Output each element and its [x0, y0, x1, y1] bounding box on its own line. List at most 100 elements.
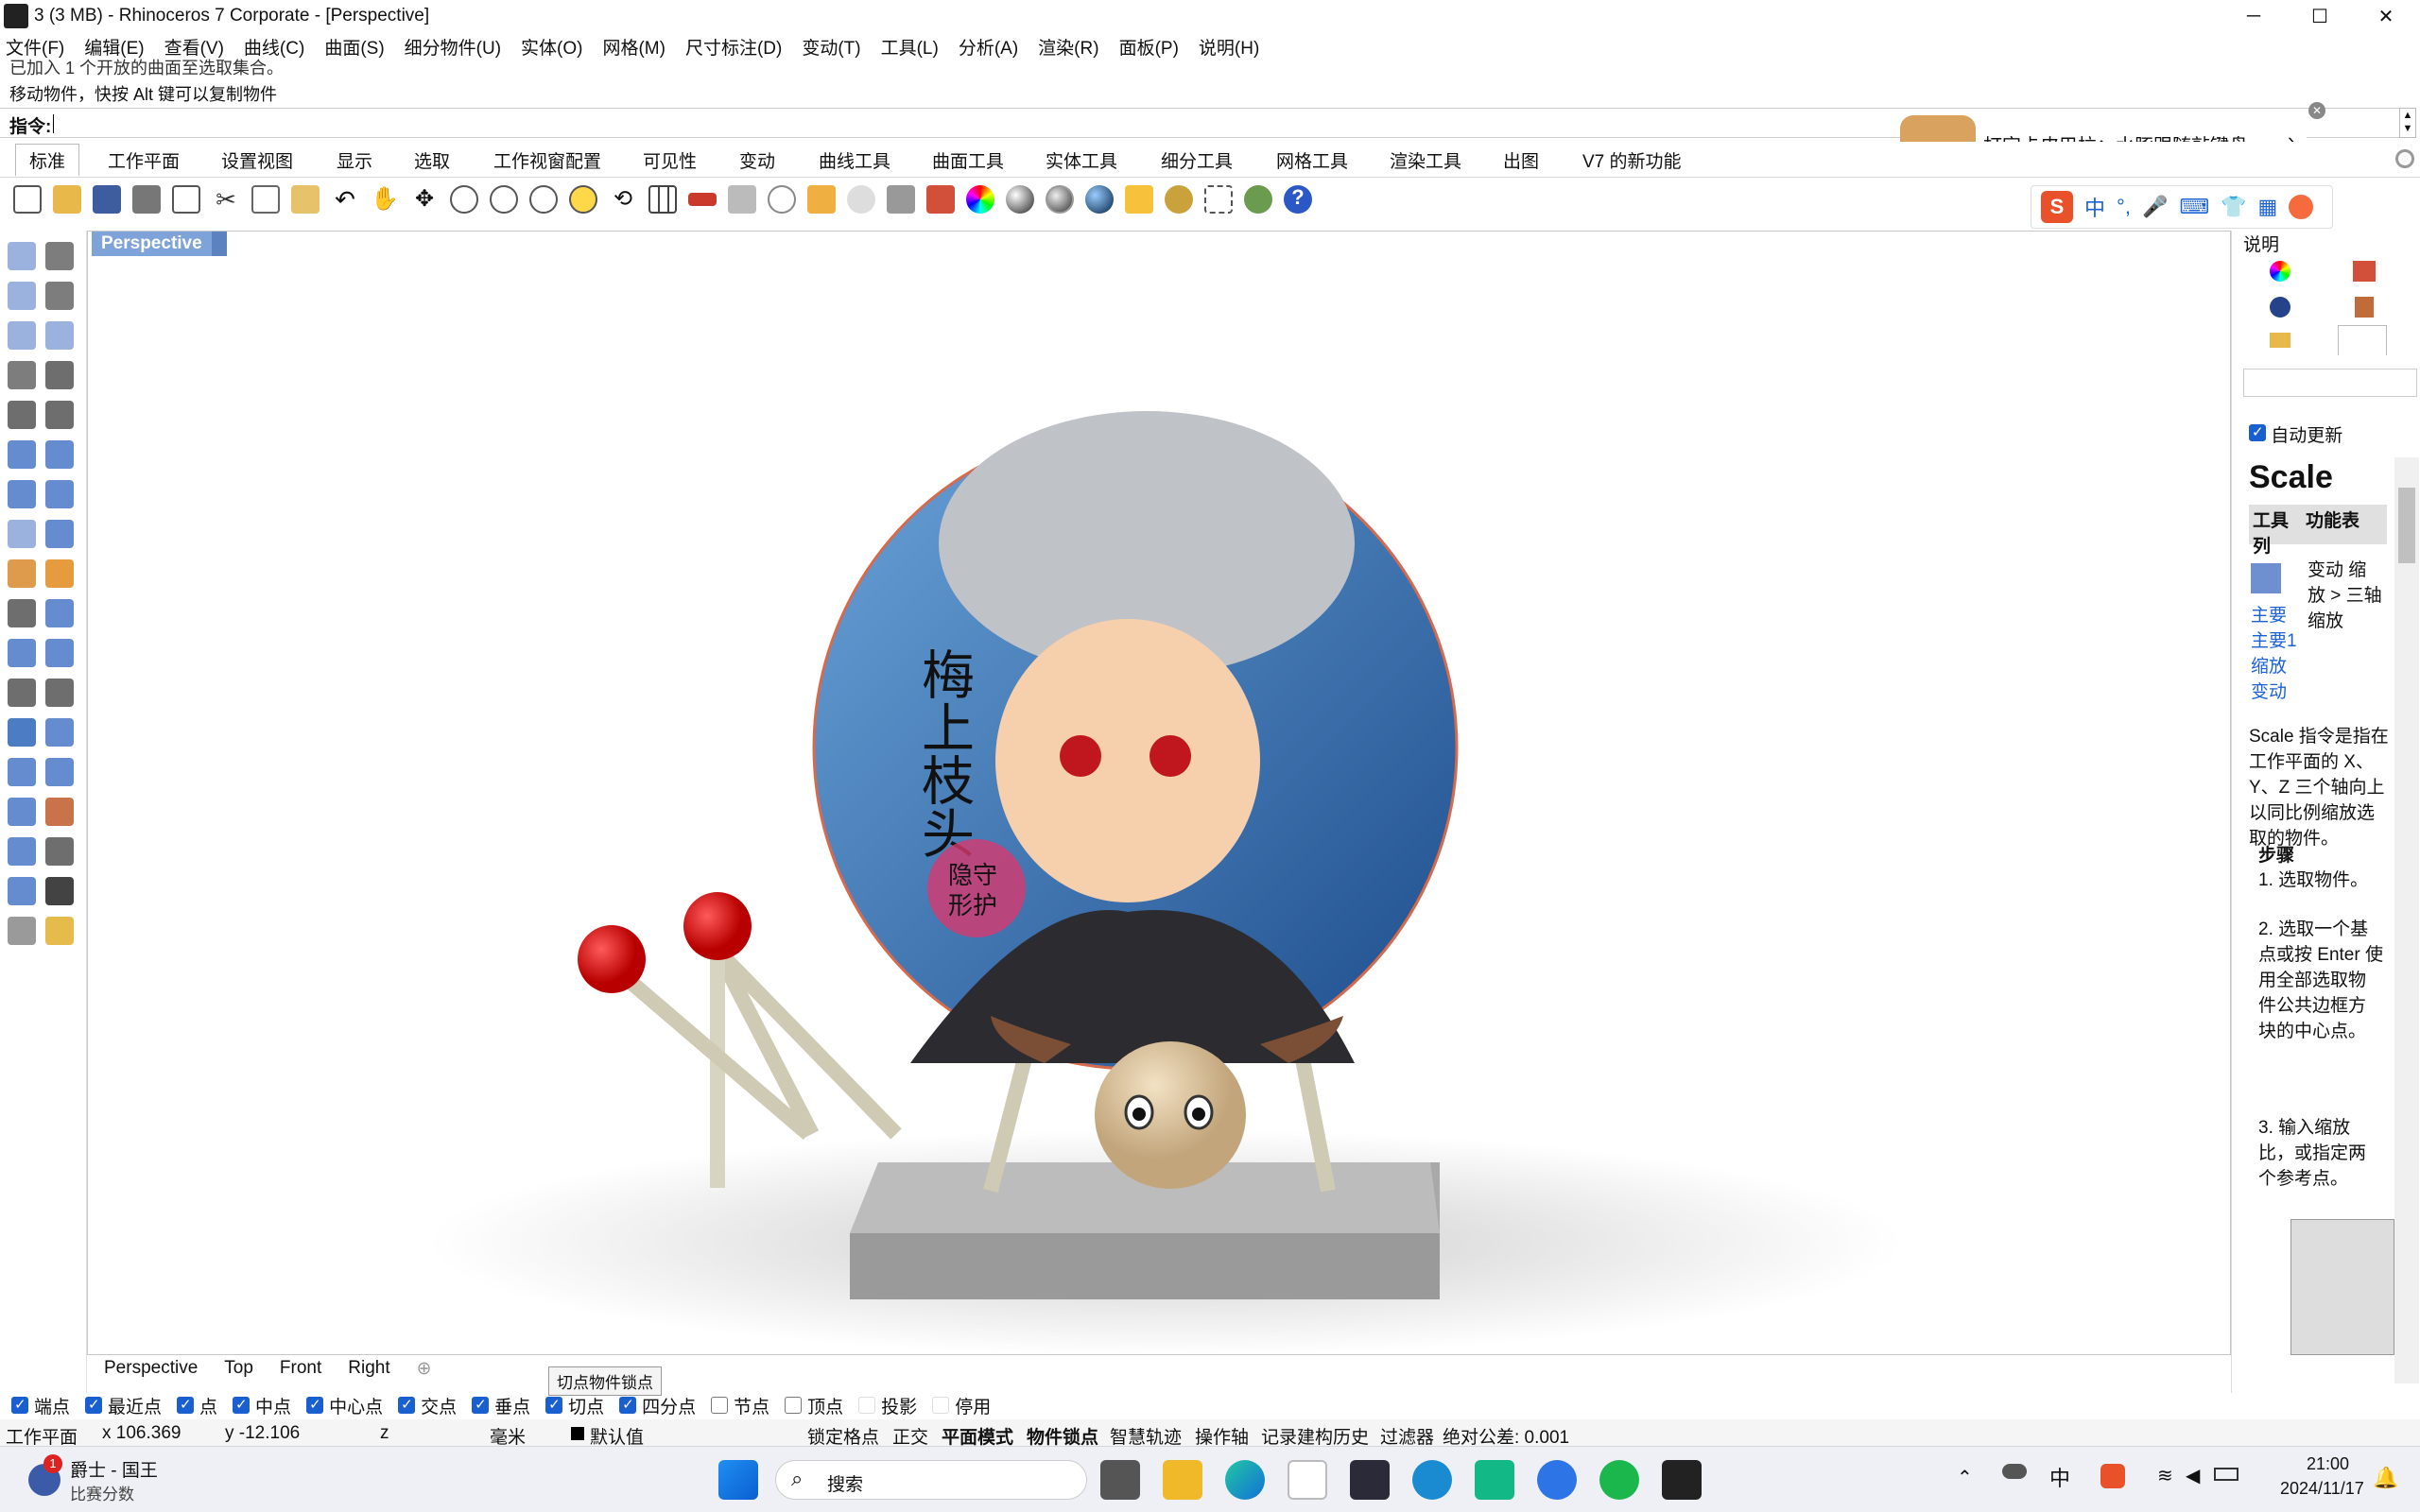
zoom-window-icon[interactable] [490, 185, 518, 214]
wechat-icon[interactable] [1599, 1460, 1639, 1500]
menu-render[interactable]: 渲染(R) [1038, 34, 1098, 60]
render-panel-icon[interactable] [2355, 297, 2374, 318]
status-smarttrack[interactable]: 智慧轨迹 [1110, 1423, 1182, 1449]
windows-start-icon[interactable] [718, 1460, 758, 1500]
checkbox[interactable] [711, 1397, 729, 1414]
hatch-icon[interactable] [728, 185, 756, 214]
status-filter[interactable]: 过滤器 [1380, 1423, 1434, 1449]
layers-panel-icon[interactable] [2353, 261, 2376, 282]
lock-icon[interactable] [887, 185, 915, 214]
checkbox[interactable] [545, 1396, 563, 1414]
battery-icon[interactable] [2214, 1468, 2238, 1481]
checkbox[interactable] [932, 1397, 950, 1414]
render-icon[interactable] [45, 917, 74, 945]
scroll-thumb[interactable] [2398, 488, 2415, 563]
four-viewports-icon[interactable] [648, 185, 677, 214]
file-explorer-icon[interactable] [1163, 1460, 1202, 1500]
tab-cplanes[interactable]: 工作平面 [108, 147, 180, 173]
cylinder-icon[interactable] [8, 520, 36, 548]
sphere-icon[interactable] [45, 480, 74, 508]
chat-app-icon[interactable] [1475, 1460, 1514, 1500]
print-icon[interactable] [132, 185, 161, 214]
globe-icon[interactable] [1244, 185, 1272, 214]
status-gumball[interactable]: 操作轴 [1195, 1423, 1249, 1449]
save-icon[interactable] [93, 185, 121, 214]
rectangle-icon[interactable] [45, 361, 74, 389]
tab-viewport-layout[interactable]: 工作视窗配置 [493, 147, 601, 173]
menu-transform[interactable]: 变动(T) [802, 34, 860, 60]
analysis-icon[interactable] [8, 877, 36, 905]
curve-icon[interactable] [45, 282, 74, 310]
plane-icon[interactable] [45, 520, 74, 548]
point-icon[interactable] [45, 242, 74, 270]
sogou-tray-icon[interactable] [2100, 1464, 2125, 1488]
status-cplane[interactable]: 工作平面 [6, 1423, 78, 1449]
tab-render-tools[interactable]: 渲染工具 [1390, 147, 1461, 173]
text-icon[interactable] [8, 718, 36, 747]
tab-drafting[interactable]: 出图 [1503, 147, 1539, 173]
skin-icon[interactable]: 👕 [2221, 195, 2246, 219]
checkbox[interactable] [177, 1396, 195, 1414]
osnap-near[interactable]: 最近点 [85, 1393, 162, 1418]
toolbar-path[interactable]: 主要 主要1 缩放 变动 [2251, 601, 2298, 703]
viewtab-front[interactable]: Front [280, 1358, 321, 1379]
apps-icon[interactable]: ▦ [2258, 195, 2278, 219]
minimize-button[interactable]: ─ [2220, 0, 2288, 32]
select-icon[interactable] [8, 242, 36, 270]
check-icon[interactable] [45, 877, 74, 905]
menu-panels[interactable]: 面板(P) [1119, 34, 1179, 60]
light-icon[interactable] [847, 185, 875, 214]
transform-icon[interactable] [8, 559, 36, 588]
revolve-icon[interactable] [8, 679, 36, 707]
osnap-end[interactable]: 端点 [11, 1393, 70, 1418]
command-scroll[interactable]: ▲ ▼ [2399, 108, 2416, 138]
notification-close-icon[interactable]: ✕ [2308, 102, 2325, 119]
checkbox[interactable] [85, 1396, 103, 1414]
bell-icon[interactable]: 🔔 [2373, 1466, 2398, 1490]
zoom-icon[interactable] [450, 185, 478, 214]
menu-surface[interactable]: 曲面(S) [324, 34, 384, 60]
osnap-vertex[interactable]: 顶点 [785, 1393, 843, 1418]
rhino-taskbar-icon[interactable] [1662, 1460, 1702, 1500]
paste-icon[interactable] [291, 185, 320, 214]
tab-subd-tools[interactable]: 细分工具 [1161, 147, 1233, 173]
align-icon[interactable] [45, 758, 74, 786]
status-layer[interactable]: 默认值 [590, 1423, 644, 1449]
tab-select[interactable]: 选取 [414, 147, 450, 173]
grid-icon[interactable] [1204, 185, 1233, 214]
rendered-sphere-icon[interactable] [1046, 185, 1074, 214]
osnap-project[interactable]: 投影 [858, 1393, 917, 1418]
task-view-icon[interactable] [1100, 1460, 1140, 1500]
tab-surface-tools[interactable]: 曲面工具 [932, 147, 1004, 173]
menu-tools[interactable]: 工具(L) [881, 34, 939, 60]
viewtab-right[interactable]: Right [348, 1358, 389, 1379]
new-file-icon[interactable] [13, 185, 42, 214]
grid-icon[interactable] [8, 837, 36, 866]
fillet-icon[interactable] [45, 401, 74, 429]
color-wheel-icon[interactable] [966, 185, 994, 214]
viewtab-perspective[interactable]: Perspective [104, 1358, 198, 1379]
checkbox[interactable] [858, 1397, 876, 1414]
open-folder-icon[interactable] [53, 185, 81, 214]
taskbar-search[interactable]: ⌕ 搜索 [775, 1460, 1087, 1500]
layers-icon[interactable] [926, 185, 955, 214]
shaded-sphere-icon[interactable] [1006, 185, 1034, 214]
materials-icon[interactable] [2270, 297, 2290, 318]
checkbox[interactable] [233, 1396, 251, 1414]
zoom-selected-icon[interactable] [569, 185, 597, 214]
status-ortho[interactable]: 正交 [892, 1423, 928, 1449]
checkbox[interactable] [398, 1396, 416, 1414]
status-planar[interactable]: 平面模式 [942, 1423, 1013, 1449]
edge-ai-icon[interactable] [1412, 1460, 1452, 1500]
ime-mode[interactable]: 中 [2084, 192, 2105, 222]
solid-tools-icon[interactable] [8, 798, 36, 826]
tab-mesh-tools[interactable]: 网格工具 [1276, 147, 1348, 173]
rotate-view-icon[interactable]: ✥ [410, 185, 439, 214]
surface-icon[interactable] [8, 440, 36, 469]
maximize-button[interactable]: ☐ [2286, 0, 2354, 32]
tab-curve-tools[interactable]: 曲线工具 [819, 147, 890, 173]
checkbox[interactable] [2249, 423, 2266, 441]
tab-transform[interactable]: 变动 [739, 147, 775, 173]
menu-subd[interactable]: 细分物件(U) [405, 34, 501, 60]
status-osnap[interactable]: 物件锁点 [1027, 1423, 1098, 1449]
